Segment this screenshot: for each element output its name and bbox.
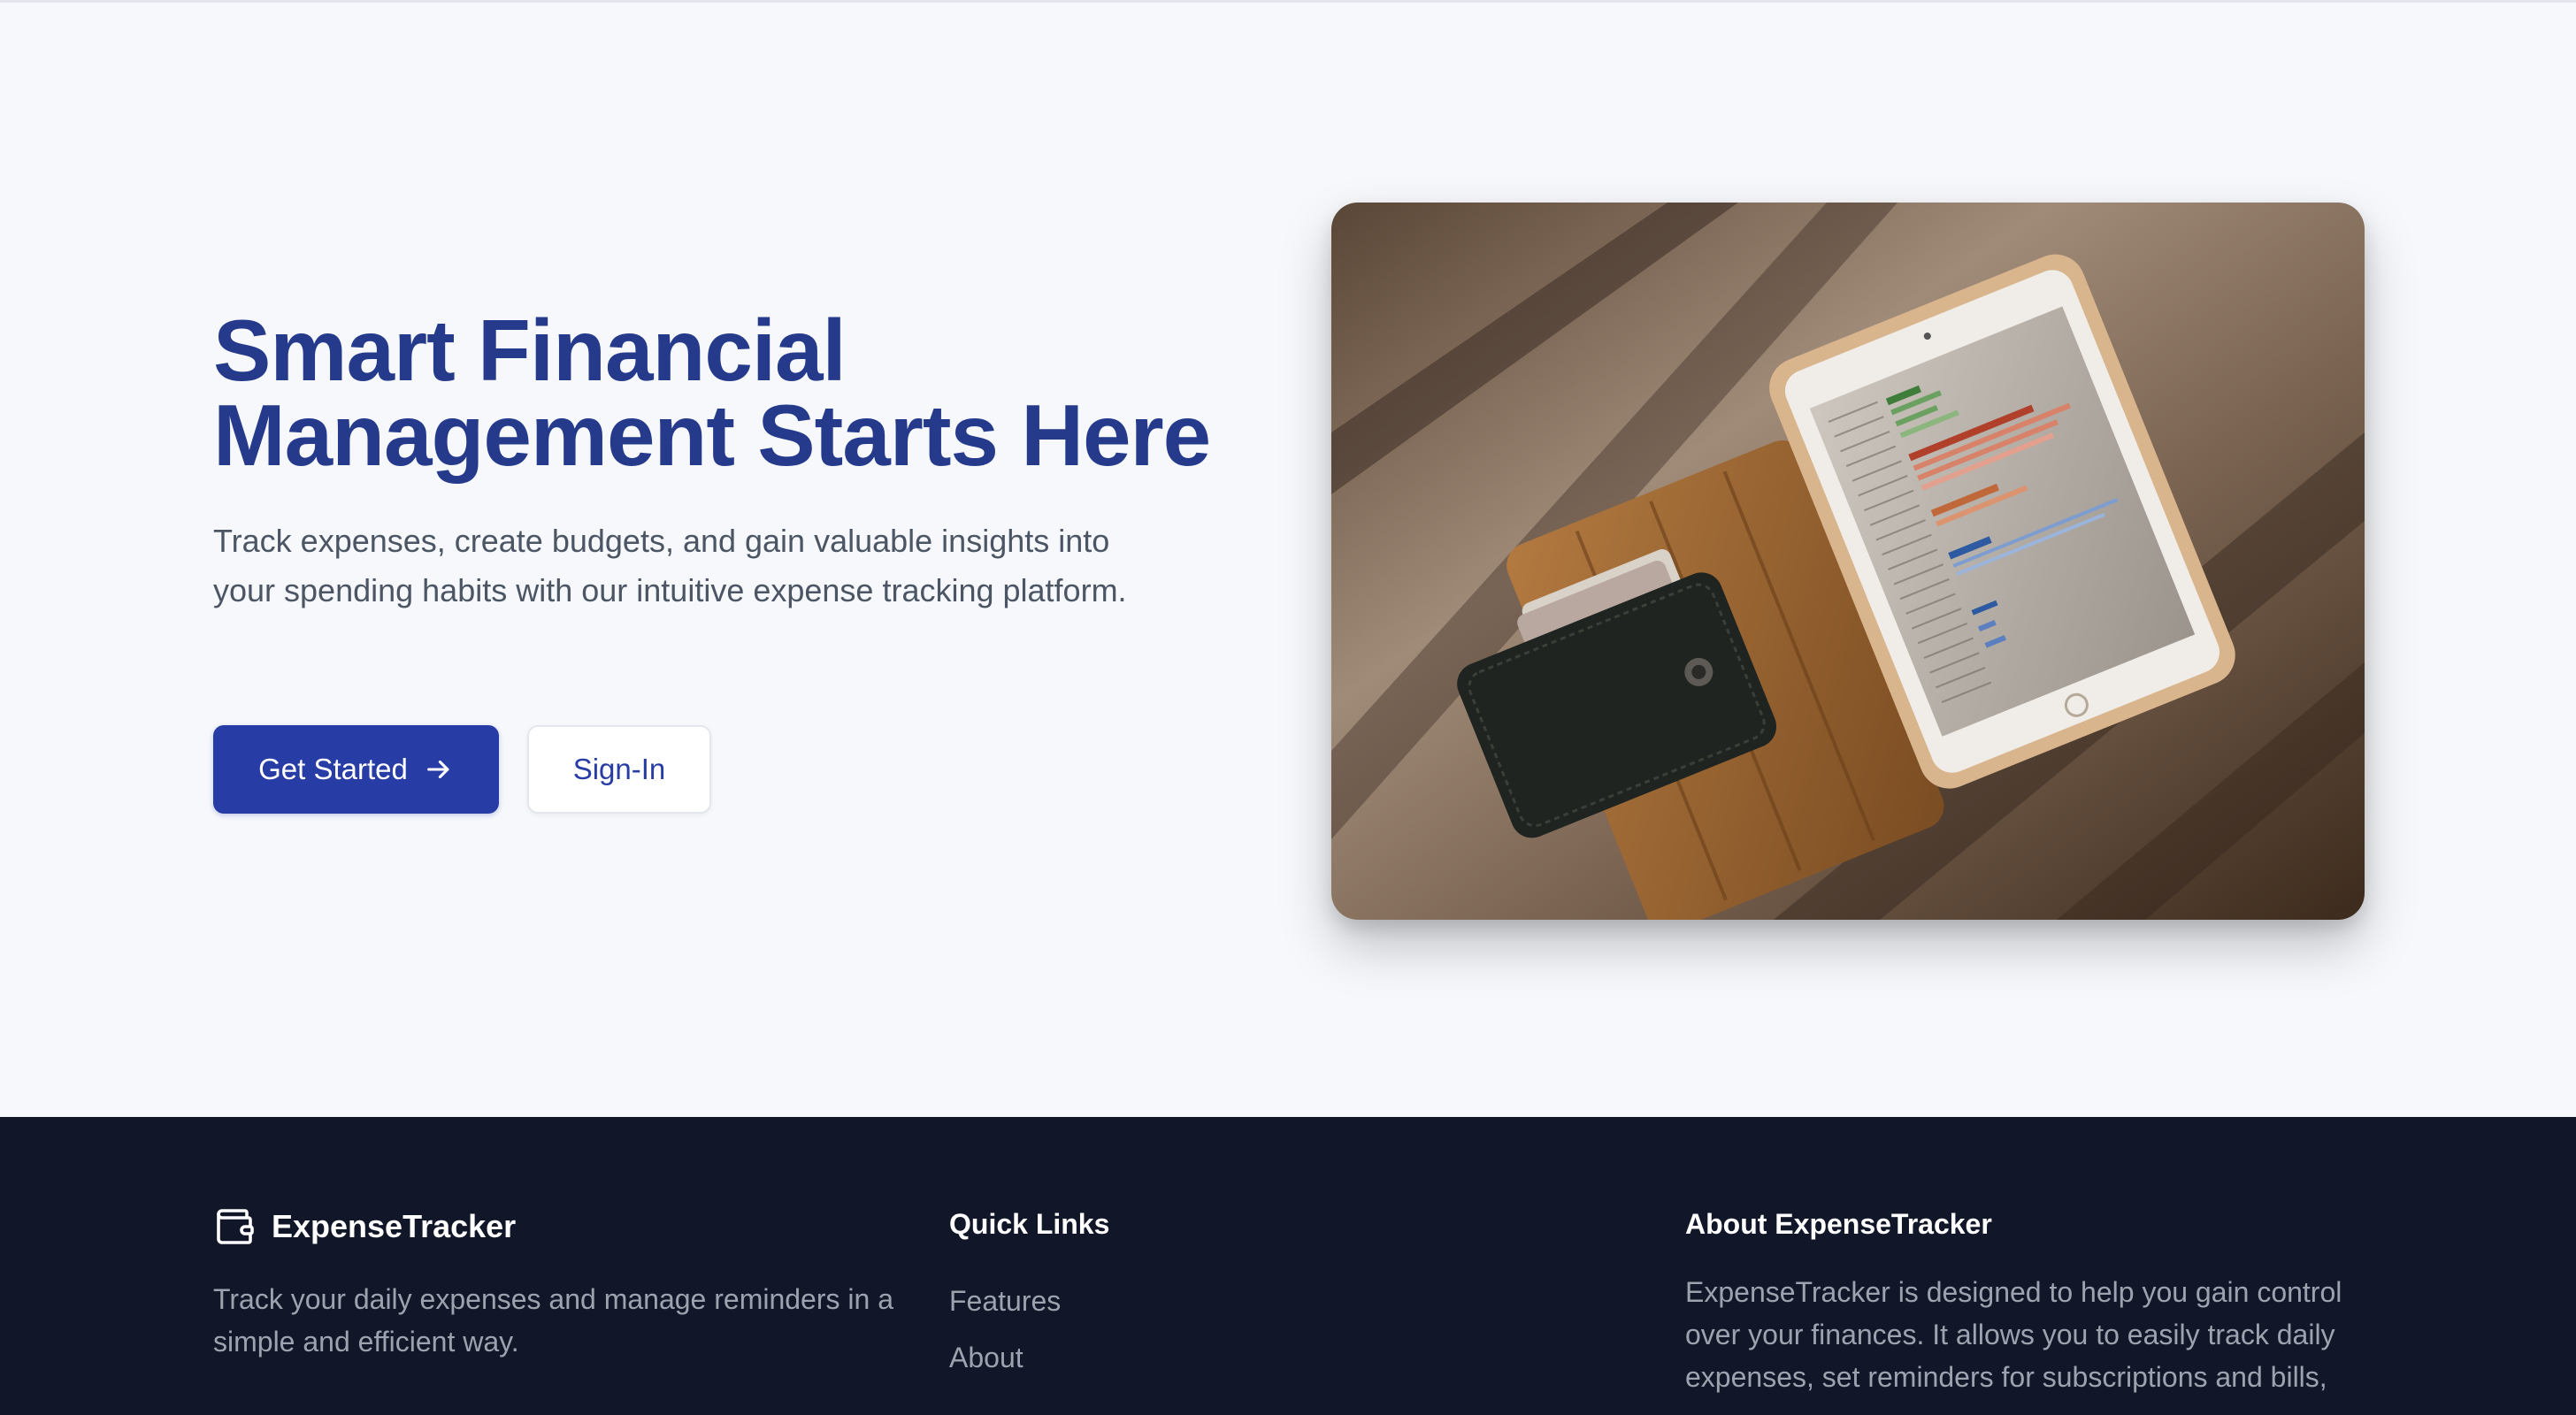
hero-actions: Get Started Sign-In: [213, 725, 711, 814]
quick-link-features[interactable]: Features: [949, 1273, 1061, 1329]
footer-brand[interactable]: ExpenseTracker: [213, 1205, 516, 1248]
hero-title-line-2: Management Starts Here: [213, 386, 1211, 484]
hero-subtitle: Track expenses, create budgets, and gain…: [213, 523, 1127, 608]
hero-title-line-1: Smart Financial: [213, 302, 847, 399]
sign-in-button[interactable]: Sign-In: [527, 725, 711, 814]
footer: ExpenseTracker Track your daily expenses…: [0, 1117, 2576, 1415]
about-heading: About ExpenseTracker: [1685, 1208, 1992, 1240]
footer-description: Track your daily expenses and manage rem…: [213, 1283, 893, 1358]
hero-text: Smart Financial Management Starts Here T…: [213, 302, 1230, 616]
wallet-icon: [217, 1209, 254, 1244]
footer-brand-name: ExpenseTracker: [272, 1208, 517, 1244]
quick-links-heading: Quick Links: [949, 1208, 1110, 1240]
sign-in-label: Sign-In: [572, 753, 666, 785]
arrow-right-icon: [426, 760, 449, 779]
hero-title: Smart Financial Management Starts Here: [213, 302, 1230, 484]
hero-section: Smart Financial Management Starts Here T…: [0, 3, 2576, 1117]
about-text: ExpenseTracker is designed to help you g…: [1685, 1276, 2342, 1393]
quick-link-about[interactable]: About: [949, 1329, 1061, 1386]
get-started-label: Get Started: [258, 753, 408, 785]
get-started-button[interactable]: Get Started: [213, 725, 499, 814]
hero-image: [1331, 203, 2365, 920]
wallet-tablet-illustration: [1331, 203, 2365, 920]
quick-links-list: Features About: [949, 1273, 1061, 1386]
